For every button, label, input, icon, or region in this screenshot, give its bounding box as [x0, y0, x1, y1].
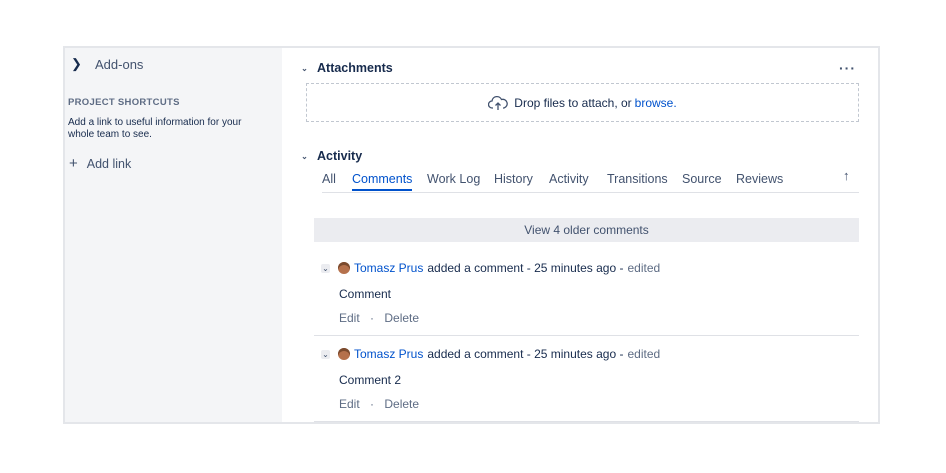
comment-meta: added a comment - 25 minutes ago -: [427, 261, 624, 275]
tab-history[interactable]: History: [494, 172, 533, 186]
comment-header: ⌄ Tomasz Prus added a comment - 25 minut…: [321, 347, 660, 361]
main-content: ⌄ Attachments ··· Drop files to attach, …: [282, 48, 878, 422]
tab-comments[interactable]: Comments: [352, 172, 413, 191]
attachments-header[interactable]: ⌄ Attachments: [300, 61, 393, 75]
tab-reviews[interactable]: Reviews: [736, 172, 783, 186]
edit-comment-link[interactable]: Edit: [339, 311, 360, 325]
comment-author-link[interactable]: Tomasz Prus: [354, 347, 423, 361]
edited-label: edited: [627, 347, 661, 361]
view-older-comments-button[interactable]: View 4 older comments: [314, 218, 859, 242]
plus-icon: +: [69, 155, 78, 172]
delete-comment-link[interactable]: Delete: [384, 311, 419, 325]
activity-tabs: All Comments Work Log History Activity T…: [322, 172, 859, 193]
comment-actions: Edit · Delete: [339, 397, 419, 411]
comment-body: Comment: [339, 287, 392, 301]
project-shortcuts-title: PROJECT SHORTCUTS: [68, 97, 180, 108]
comment-body: Comment 2: [339, 373, 402, 387]
comment-actions: Edit · Delete: [339, 311, 419, 325]
activity-header[interactable]: ⌄ Activity: [300, 149, 362, 163]
avatar: [338, 348, 350, 360]
delete-comment-link[interactable]: Delete: [384, 397, 419, 411]
project-shortcuts-description: Add a link to useful information for you…: [68, 117, 242, 140]
comment-meta: added a comment - 25 minutes ago -: [427, 347, 624, 361]
sidebar: ❯ Add-ons PROJECT SHORTCUTS Add a link t…: [65, 48, 282, 422]
chevron-right-icon: ❯: [71, 56, 82, 71]
more-options-icon[interactable]: ···: [839, 60, 856, 76]
activity-title: Activity: [317, 149, 363, 163]
addons-label: Add-ons: [95, 56, 144, 72]
add-link-label: Add link: [86, 156, 132, 171]
tab-source[interactable]: Source: [682, 172, 722, 186]
edited-label: edited: [627, 261, 661, 275]
browse-link[interactable]: browse.: [635, 96, 677, 110]
chevron-down-icon[interactable]: ⌄: [321, 349, 330, 359]
tab-activity[interactable]: Activity: [549, 172, 589, 186]
comment-author-link[interactable]: Tomasz Prus: [354, 261, 423, 275]
add-link-button[interactable]: + Add link: [69, 155, 131, 172]
comment-header: ⌄ Tomasz Prus added a comment - 25 minut…: [321, 261, 660, 275]
avatar: [338, 262, 350, 274]
drop-text: Drop files to attach, or: [514, 95, 632, 110]
chevron-down-icon[interactable]: ⌄: [300, 64, 309, 73]
tab-work-log[interactable]: Work Log: [427, 172, 480, 186]
addons-toggle[interactable]: ❯ Add-ons: [71, 56, 143, 72]
action-separator: ·: [370, 311, 375, 325]
chevron-down-icon[interactable]: ⌄: [321, 263, 330, 273]
attachment-dropzone[interactable]: Drop files to attach, or browse.: [306, 83, 859, 122]
comment-divider: [314, 421, 859, 422]
edit-comment-link[interactable]: Edit: [339, 397, 360, 411]
cloud-upload-icon: [488, 95, 509, 110]
tab-transitions[interactable]: Transitions: [607, 172, 668, 186]
attachments-title: Attachments: [317, 61, 393, 75]
comment-divider: [314, 335, 859, 336]
tab-all[interactable]: All: [322, 172, 336, 186]
sort-order-icon[interactable]: ↑: [843, 168, 850, 183]
chevron-down-icon[interactable]: ⌄: [300, 152, 309, 161]
issue-panel: ❯ Add-ons PROJECT SHORTCUTS Add a link t…: [63, 46, 880, 424]
action-separator: ·: [370, 397, 375, 411]
